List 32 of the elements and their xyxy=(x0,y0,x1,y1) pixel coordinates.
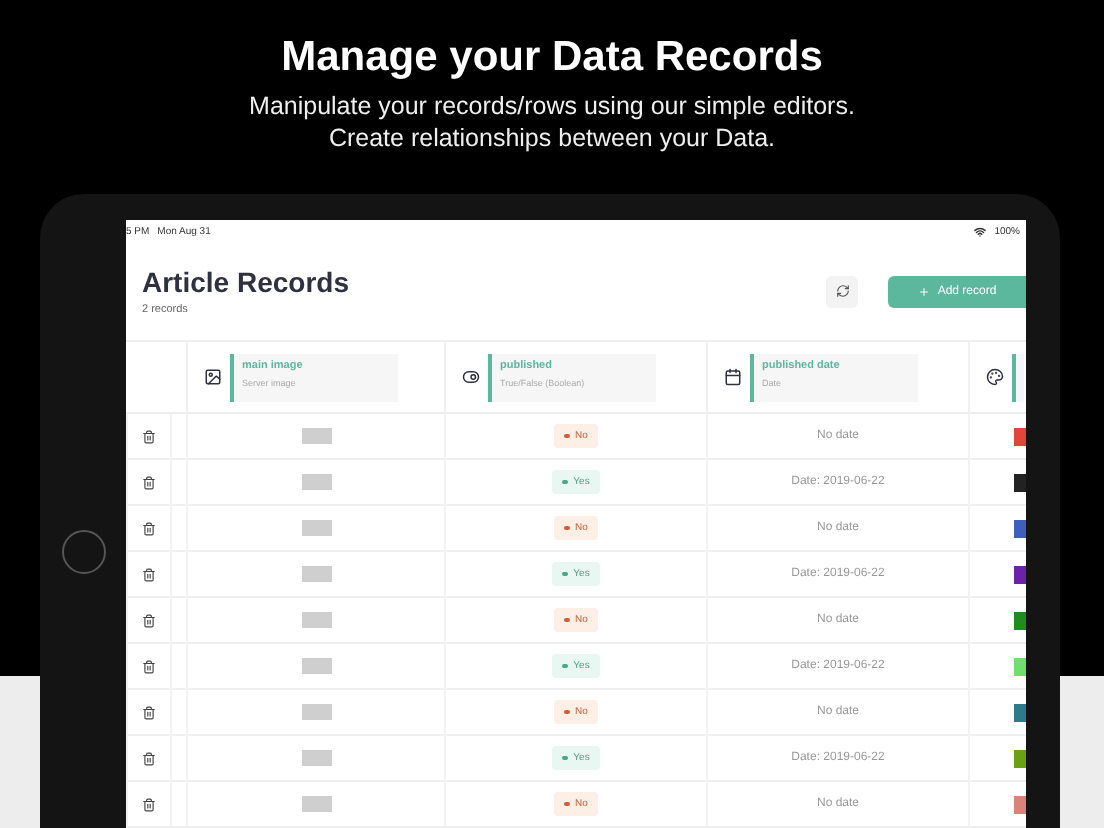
toggle-icon xyxy=(462,368,480,386)
delete-icon[interactable] xyxy=(142,705,156,719)
page-title: Article Records xyxy=(142,266,349,299)
photo-placeholder xyxy=(301,750,331,766)
photo-placeholder xyxy=(301,796,331,812)
photo-placeholder xyxy=(301,658,331,674)
photo-placeholder xyxy=(301,520,331,536)
delete-icon[interactable] xyxy=(142,613,156,627)
delete-icon[interactable] xyxy=(142,659,156,673)
photo-placeholder xyxy=(301,612,331,628)
delete-icon[interactable] xyxy=(142,521,156,535)
delete-icon[interactable] xyxy=(142,475,156,489)
plus-icon xyxy=(917,285,930,298)
delete-icon[interactable] xyxy=(142,567,156,581)
photo-placeholder xyxy=(301,566,331,582)
photo-placeholder xyxy=(301,474,331,490)
photo-placeholder xyxy=(301,428,331,444)
subtitle: Manipulate your records/rows using our simple editors. xyxy=(249,90,855,122)
subtitle: Create relationships between your Data. xyxy=(328,122,776,154)
palette-icon xyxy=(986,368,1004,386)
refresh-icon xyxy=(835,284,849,299)
wifi-icon xyxy=(974,225,987,238)
delete-icon[interactable] xyxy=(142,429,156,443)
image-icon xyxy=(204,368,222,386)
refresh-button[interactable] xyxy=(826,275,858,308)
headline: Manage your Data Records xyxy=(281,34,823,82)
photo-placeholder xyxy=(301,704,331,720)
column-header[interactable] xyxy=(968,342,1026,414)
delete-icon[interactable] xyxy=(142,797,156,811)
home-button[interactable] xyxy=(62,530,106,574)
delete-icon[interactable] xyxy=(142,751,156,765)
calendar-icon xyxy=(724,368,742,386)
